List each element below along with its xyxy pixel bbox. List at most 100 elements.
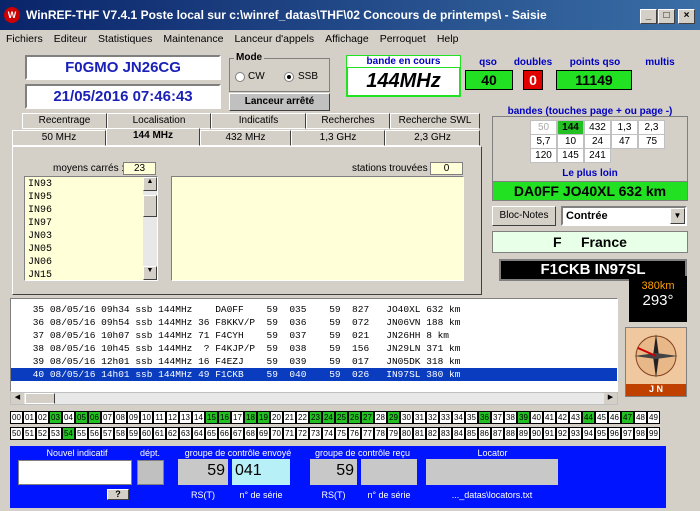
new-call-label: Nouvel indicatif: [46, 448, 108, 458]
last-bearing-display: 380km 293°: [629, 276, 687, 322]
maximize-button[interactable]: □: [658, 9, 675, 24]
last-azimuth: 293°: [642, 292, 674, 309]
contree-select[interactable]: Contrée ▼: [561, 206, 687, 226]
close-button[interactable]: ×: [678, 9, 695, 24]
minimize-button[interactable]: _: [640, 9, 657, 24]
multis-label: multis: [645, 57, 675, 68]
log-cell-mode: ssb: [135, 330, 159, 341]
locator-input[interactable]: [426, 459, 558, 485]
menu-affichage[interactable]: Affichage: [325, 33, 369, 45]
rcv-rs-field[interactable]: 59: [310, 459, 357, 485]
serial-cell: 15: [205, 411, 218, 424]
band-cell-120[interactable]: 120: [530, 148, 557, 163]
list-item[interactable]: JN03: [28, 230, 154, 243]
band-cell-144[interactable]: 144: [557, 120, 584, 135]
serial-cell: 46: [608, 411, 621, 424]
table-row[interactable]: 38 08/05/16 10h45 ssb 144MHz ? F4KJP/P 5…: [11, 342, 617, 355]
band-cell-2-3[interactable]: 2,3: [638, 120, 665, 135]
menu-fichiers[interactable]: Fichiers: [6, 33, 43, 45]
ssb-radio[interactable]: [284, 72, 294, 82]
tab-recherche-swl[interactable]: Recherche SWL: [390, 113, 480, 129]
tab-2-3ghz[interactable]: 2,3 GHz: [385, 130, 480, 146]
serial-cell: 61: [153, 427, 166, 440]
list-item[interactable]: JN06: [28, 256, 154, 269]
serial-cell: 60: [140, 427, 153, 440]
serial-cell: 34: [452, 411, 465, 424]
log-cell-rcv: 156: [352, 343, 387, 354]
tab-50mhz[interactable]: 50 MHz: [12, 130, 106, 146]
serial-cell: 52: [36, 427, 49, 440]
qso-log-table[interactable]: 35 08/05/16 09h34 ssb 144MHz DA0FF 59 03…: [10, 298, 618, 392]
list-item[interactable]: IN96: [28, 204, 154, 217]
list-item[interactable]: JN15: [28, 269, 154, 282]
table-row[interactable]: 37 08/05/16 10h07 ssb 144MHz 71 F4CYH 59…: [11, 329, 617, 342]
launcher-button[interactable]: Lanceur arrêté: [229, 93, 330, 111]
squares-label: moyens carrés :: [53, 163, 125, 174]
table-row[interactable]: 40 08/05/16 14h01 ssb 144MHz 49 F1CKB 59…: [11, 368, 617, 381]
band-cell-5-7[interactable]: 5,7: [530, 134, 557, 149]
list-item[interactable]: IN97: [28, 217, 154, 230]
tab-indicatifs[interactable]: Indicatifs: [211, 113, 306, 129]
list-item[interactable]: IN95: [28, 191, 154, 204]
table-row[interactable]: 35 08/05/16 09h34 ssb 144MHz DA0FF 59 03…: [11, 303, 617, 316]
menu-editeur[interactable]: Editeur: [54, 33, 87, 45]
tab-144mhz[interactable]: 144 MHz: [106, 128, 200, 146]
serial-cell: 71: [283, 427, 296, 440]
tab-localisation[interactable]: Localisation: [107, 113, 211, 129]
serial-cell: 14: [192, 411, 205, 424]
band-cell-75[interactable]: 75: [638, 134, 665, 149]
log-cell-km: 380 km: [426, 369, 467, 380]
chevron-down-icon[interactable]: ▼: [670, 208, 685, 224]
serial-cell: 80: [400, 427, 413, 440]
serial-cell: 10: [140, 411, 153, 424]
log-cell-n: 40: [27, 369, 50, 380]
squares-list[interactable]: IN93 IN95 IN96 IN97 JN03 JN05 JN06 JN15 …: [24, 176, 158, 281]
help-button[interactable]: ?: [107, 489, 129, 500]
band-cell-10[interactable]: 10: [557, 134, 584, 149]
cw-radio[interactable]: [235, 72, 245, 82]
log-cell-call: DA0FF: [215, 304, 267, 315]
log-cell-band: 144MHz: [158, 369, 199, 380]
notes-button[interactable]: Bloc-Notes: [492, 206, 556, 226]
menu-maintenance[interactable]: Maintenance: [163, 33, 223, 45]
table-row[interactable]: 36 08/05/16 09h54 ssb 144MHz 36 F8KKV/P …: [11, 316, 617, 329]
log-cell-sent: 035: [289, 304, 330, 315]
found-list[interactable]: [171, 176, 464, 281]
squares-scrollbar[interactable]: ▲ ▼: [143, 177, 157, 280]
mode-label: Mode: [234, 52, 265, 63]
new-call-input[interactable]: [18, 460, 132, 485]
log-horizontal-scrollbar[interactable]: ◀ ▶: [10, 392, 618, 405]
sent-rs-field[interactable]: 59: [178, 459, 228, 485]
table-row[interactable]: 39 08/05/16 12h01 ssb 144MHz 16 F4EZJ 59…: [11, 355, 617, 368]
band-cell-241[interactable]: 241: [584, 148, 611, 163]
qso-label: qso: [479, 57, 497, 68]
band-cell-47[interactable]: 47: [611, 134, 638, 149]
rcv-serial-field[interactable]: [361, 459, 417, 485]
serial-cell: 95: [595, 427, 608, 440]
menu-lanceur[interactable]: Lanceur d'appels: [234, 33, 314, 45]
found-count: 0: [430, 162, 463, 175]
tab-recentrage[interactable]: Recentrage: [22, 113, 107, 129]
farthest-value: DA0FF JO40XL 632 km: [492, 181, 688, 201]
band-cell-50[interactable]: 50: [530, 120, 557, 135]
band-cell-432[interactable]: 432: [584, 120, 611, 135]
serial-cell: 24: [322, 411, 335, 424]
log-cell-pts: ?: [198, 343, 216, 354]
serial-cell: 69: [257, 427, 270, 440]
tab-1-3ghz[interactable]: 1,3 GHz: [291, 130, 385, 146]
list-item[interactable]: JN05: [28, 243, 154, 256]
menu-perroquet[interactable]: Perroquet: [380, 33, 426, 45]
tab-recherches[interactable]: Recherches: [306, 113, 390, 129]
sent-serial-field[interactable]: 041: [232, 459, 290, 485]
band-cell-24[interactable]: 24: [584, 134, 611, 149]
dept-input[interactable]: [137, 460, 164, 485]
tab-432mhz[interactable]: 432 MHz: [200, 130, 291, 146]
country-prefix: F: [553, 234, 562, 250]
log-cell-pts: 71: [198, 330, 216, 341]
band-cell-1-3[interactable]: 1,3: [611, 120, 638, 135]
band-cell-145[interactable]: 145: [557, 148, 584, 163]
log-cell-call: F4CYH: [215, 330, 267, 341]
list-item[interactable]: IN93: [28, 178, 154, 191]
menu-statistiques[interactable]: Statistiques: [98, 33, 152, 45]
menu-help[interactable]: Help: [437, 33, 459, 45]
